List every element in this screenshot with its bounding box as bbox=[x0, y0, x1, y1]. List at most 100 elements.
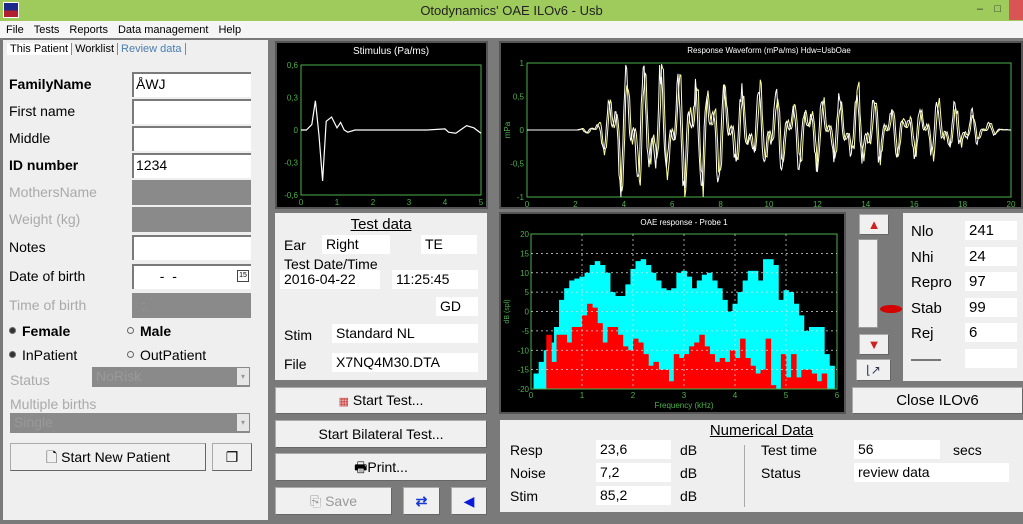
noise-bar bbox=[602, 342, 608, 389]
noise-bar bbox=[714, 361, 721, 389]
oae-response-chart: OAE response - Probe 1 20 15 10 5 0 -5 -10 -15 -2… bbox=[499, 212, 846, 414]
minimize-button[interactable]: – bbox=[977, 3, 983, 15]
copy-documents-icon: ❐ bbox=[225, 449, 239, 465]
stat-value: 6 bbox=[965, 323, 1017, 342]
response-trace-a bbox=[527, 63, 1012, 198]
noise-bar bbox=[566, 342, 573, 389]
dob-value: - - bbox=[152, 268, 177, 284]
dob-field[interactable]: - - 15 bbox=[132, 264, 251, 289]
start-bilateral-test-button[interactable]: Start Bilateral Test... bbox=[275, 420, 487, 448]
noise-bar bbox=[653, 361, 659, 389]
tab-this-patient[interactable]: This Patient bbox=[7, 43, 73, 55]
stat-value bbox=[965, 348, 1017, 368]
noise-bar bbox=[592, 307, 598, 389]
outpatient-label: OutPatient bbox=[140, 347, 207, 363]
close-ilov6-button[interactable]: Close ILOv6 bbox=[852, 387, 1023, 414]
noise-bar bbox=[806, 369, 812, 389]
scroll-up-button[interactable]: ▲ bbox=[859, 214, 889, 235]
start-test-button[interactable]: ▦ Start Test... bbox=[275, 387, 487, 414]
save-icon: ⎘ bbox=[309, 493, 322, 509]
noise-bar bbox=[612, 327, 619, 389]
noise-value: 7,2 bbox=[596, 463, 671, 482]
x-tick-label: 14 bbox=[861, 200, 870, 207]
chevron-down-icon: ▾ bbox=[237, 368, 249, 385]
test-time-value: 56 bbox=[854, 440, 940, 459]
compare-button[interactable]: ⇄ bbox=[403, 487, 440, 515]
maximize-button[interactable]: □ bbox=[994, 3, 1001, 15]
scroll-down-button[interactable]: ▼ bbox=[859, 334, 889, 355]
y-tick-label: 0,3 bbox=[287, 94, 299, 103]
first-name-field[interactable] bbox=[132, 99, 251, 124]
new-document-icon: 🗋 bbox=[45, 449, 58, 465]
y-tick-label: 10 bbox=[520, 269, 529, 278]
multiple-births-label: Multiple births bbox=[10, 396, 97, 412]
tab-worklist[interactable]: Worklist bbox=[72, 43, 119, 55]
notes-field[interactable] bbox=[132, 235, 251, 260]
gain-slider-track[interactable] bbox=[858, 239, 878, 328]
noise-bar bbox=[561, 334, 568, 389]
male-label: Male bbox=[140, 323, 172, 339]
tob-field: : bbox=[132, 293, 251, 318]
family-name-row: FamilyName ÅWJ bbox=[9, 72, 254, 97]
calendar-icon[interactable]: 15 bbox=[237, 270, 249, 282]
numerical-data-title: Numerical Data bbox=[709, 422, 814, 439]
female-radio[interactable]: Female bbox=[9, 323, 70, 339]
x-tick-label: 4 bbox=[622, 200, 627, 207]
noise-bar bbox=[648, 365, 654, 389]
stat-value: 99 bbox=[965, 297, 1017, 317]
outpatient-radio[interactable]: OutPatient bbox=[127, 347, 206, 363]
start-new-patient-button[interactable]: 🗋 Start New Patient bbox=[10, 443, 206, 471]
probe-button[interactable]: ◀ bbox=[451, 487, 487, 515]
divider bbox=[744, 445, 745, 507]
test-data-title: Test data bbox=[350, 216, 412, 233]
copy-patient-button[interactable]: ❐ bbox=[212, 443, 252, 471]
inpatient-radio[interactable]: InPatient bbox=[9, 347, 77, 363]
save-button[interactable]: ⎘ Save bbox=[275, 487, 392, 515]
stat-value: 97 bbox=[965, 272, 1017, 291]
menu-file[interactable]: File bbox=[0, 23, 28, 36]
x-tick-label: 3 bbox=[407, 198, 412, 207]
male-radio[interactable]: Male bbox=[127, 323, 171, 339]
family-name-label: FamilyName bbox=[9, 76, 92, 92]
x-tick-label: 0 bbox=[525, 200, 530, 207]
x-tick-label: 12 bbox=[813, 200, 822, 207]
menu-reports[interactable]: Reports bbox=[63, 23, 112, 36]
print-label: Print... bbox=[367, 459, 408, 475]
file-value: X7NQ4M30.DTA bbox=[332, 353, 478, 372]
menu-data-management[interactable]: Data management bbox=[112, 23, 213, 36]
graph-options-button[interactable]: ⌊↗ bbox=[856, 359, 891, 381]
test-time-label: Test time bbox=[761, 442, 818, 458]
window-title: Otodynamics' OAE ILOv6 - Usb bbox=[420, 3, 603, 18]
y-tick-label: -5 bbox=[522, 327, 530, 336]
noise-bar bbox=[760, 369, 766, 389]
id-number-field[interactable]: 1234 bbox=[132, 153, 251, 178]
noise-bar bbox=[689, 346, 695, 389]
stat-value: 241 bbox=[965, 221, 1017, 240]
family-name-field[interactable]: ÅWJ bbox=[132, 72, 251, 97]
noise-bar bbox=[740, 338, 746, 389]
menu-tests[interactable]: Tests bbox=[28, 23, 64, 36]
response-waveform-plot: Response Waveform (mPa/ms) Hdw=UsbOae 0 2 4… bbox=[503, 46, 1016, 207]
noise-bar bbox=[786, 377, 792, 389]
x-tick-label: 5 bbox=[784, 391, 789, 400]
x-tick-label: 5 bbox=[479, 198, 484, 207]
test-time-value: 11:25:45 bbox=[392, 270, 478, 289]
noise-bar bbox=[704, 346, 710, 389]
arrow-up-icon: ▲ bbox=[867, 217, 881, 232]
weight-field bbox=[132, 207, 251, 232]
middle-field[interactable] bbox=[132, 126, 251, 151]
print-button[interactable]: 🖶Print... bbox=[275, 453, 487, 481]
status-label: Status bbox=[761, 465, 801, 481]
noise-bar bbox=[811, 373, 817, 389]
gain-slider-marker[interactable] bbox=[880, 305, 902, 313]
noise-bar bbox=[587, 303, 593, 389]
tab-review-data[interactable]: Review data bbox=[118, 43, 186, 55]
radio-selected-icon bbox=[9, 327, 16, 334]
x-tick-label: 2 bbox=[631, 391, 636, 400]
title-bar: Otodynamics' OAE ILOv6 - Usb – □ bbox=[0, 0, 1023, 21]
stat-label: Nlo bbox=[911, 223, 934, 240]
menu-help[interactable]: Help bbox=[212, 23, 245, 36]
x-tick-label: 4 bbox=[733, 391, 738, 400]
status-select: NoRisk ▾ bbox=[92, 367, 250, 387]
close-window-button[interactable] bbox=[1009, 0, 1023, 20]
